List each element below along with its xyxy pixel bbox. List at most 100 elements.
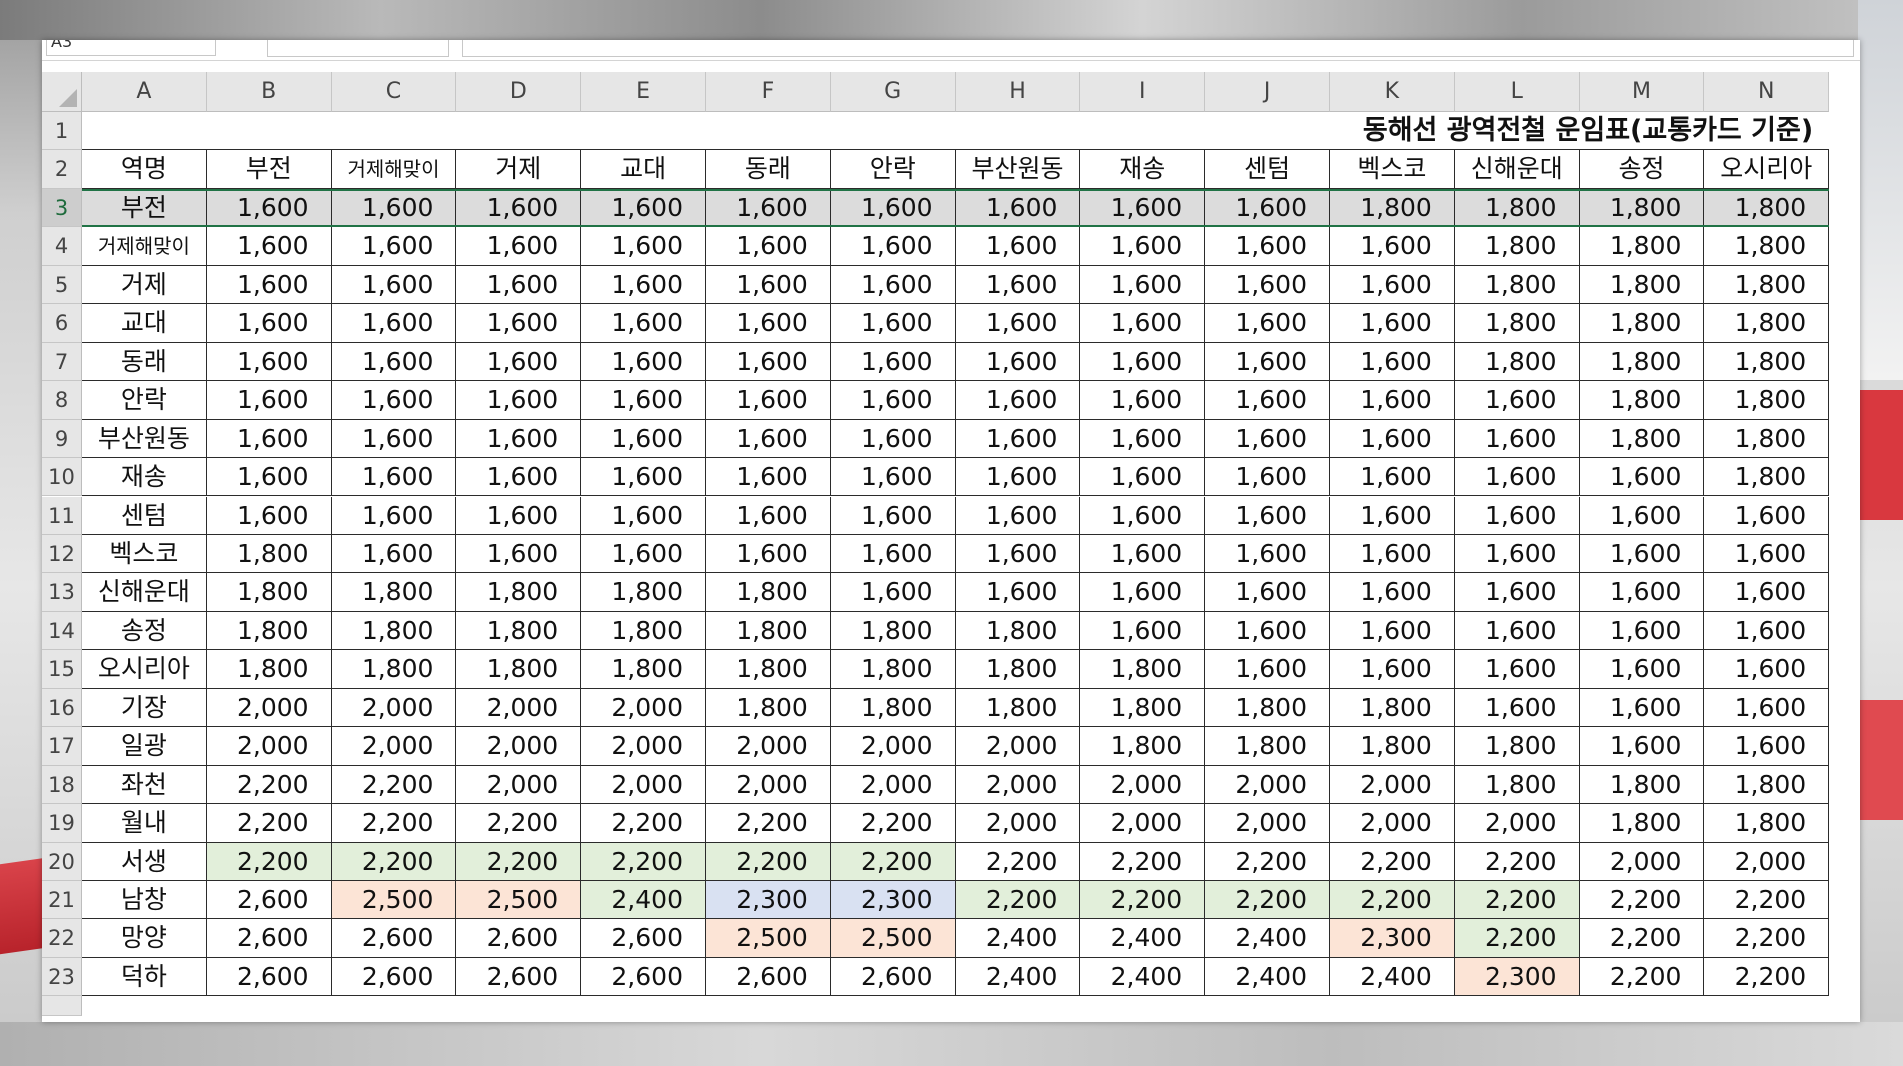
fare-cell[interactable]: 1,600: [706, 496, 831, 535]
fare-cell[interactable]: 1,600: [1704, 727, 1830, 766]
fare-cell[interactable]: 2,200: [830, 842, 956, 881]
fare-cell[interactable]: 2,400: [1330, 957, 1455, 997]
fare-cell[interactable]: 1,600: [206, 188, 332, 228]
header-station[interactable]: 교대: [581, 150, 706, 189]
fare-cell[interactable]: 1,800: [1454, 342, 1580, 382]
row-header[interactable]: 6: [42, 304, 82, 343]
fare-cell[interactable]: 1,600: [955, 381, 1081, 420]
fare-cell[interactable]: 1,800: [1704, 765, 1830, 805]
fare-cell[interactable]: 1,600: [830, 188, 956, 228]
fare-cell[interactable]: 1,600: [1080, 188, 1206, 228]
column-header-h[interactable]: H: [955, 72, 1081, 112]
fare-cell[interactable]: 1,600: [1205, 611, 1330, 651]
fare-cell[interactable]: 1,600: [1579, 611, 1705, 651]
row-header[interactable]: 16: [42, 688, 82, 728]
fare-cell[interactable]: 2,200: [581, 804, 706, 843]
row-header[interactable]: 8: [42, 381, 82, 420]
fare-cell[interactable]: 2,600: [456, 957, 582, 997]
fare-cell[interactable]: 1,600: [1080, 265, 1206, 305]
fare-cell[interactable]: 1,600: [1330, 419, 1455, 459]
station-name[interactable]: 거제: [82, 265, 207, 305]
fare-cell[interactable]: 1,600: [955, 227, 1081, 266]
fare-cell[interactable]: 2,000: [206, 688, 332, 728]
station-name[interactable]: 신해운대: [82, 573, 207, 612]
fare-cell[interactable]: 1,800: [830, 650, 956, 689]
fare-cell[interactable]: 2,000: [830, 765, 956, 805]
fare-cell[interactable]: 2,500: [331, 881, 457, 920]
fare-cell[interactable]: 1,800: [1579, 188, 1705, 228]
fare-cell[interactable]: 1,600: [1579, 688, 1705, 728]
fare-cell[interactable]: 1,800: [706, 573, 831, 612]
fare-cell[interactable]: 1,800: [206, 611, 332, 651]
fare-cell[interactable]: 1,600: [581, 496, 706, 535]
row-header[interactable]: 7: [42, 342, 82, 382]
header-station[interactable]: 동래: [706, 150, 831, 189]
fare-cell[interactable]: 2,000: [456, 688, 582, 728]
fare-cell[interactable]: 1,600: [1080, 227, 1206, 266]
column-header-e[interactable]: E: [581, 72, 706, 112]
fare-cell[interactable]: 2,000: [1330, 765, 1455, 805]
fare-cell[interactable]: 1,800: [706, 611, 831, 651]
fare-cell[interactable]: 1,600: [955, 265, 1081, 305]
fare-cell[interactable]: 1,600: [955, 573, 1081, 612]
fare-cell[interactable]: 1,600: [1205, 458, 1330, 497]
fare-cell[interactable]: 1,600: [706, 381, 831, 420]
fare-cell[interactable]: 1,800: [1454, 265, 1580, 305]
formula-bar-controls[interactable]: [267, 40, 449, 57]
fare-cell[interactable]: 2,000: [456, 727, 582, 766]
fare-cell[interactable]: 1,600: [830, 227, 956, 266]
fare-cell[interactable]: 1,600: [456, 188, 582, 228]
fare-cell[interactable]: 2,500: [830, 919, 956, 958]
fare-cell[interactable]: 1,600: [456, 265, 582, 305]
fare-cell[interactable]: 1,600: [1080, 534, 1206, 574]
row-header[interactable]: 11: [42, 496, 82, 535]
row-header[interactable]: 2: [42, 150, 82, 189]
fare-cell[interactable]: 2,200: [206, 842, 332, 881]
fare-cell[interactable]: 2,000: [1579, 842, 1705, 881]
column-header-n[interactable]: N: [1704, 72, 1830, 112]
fare-cell[interactable]: 1,800: [955, 650, 1081, 689]
fare-cell[interactable]: 1,800: [456, 611, 582, 651]
fare-cell[interactable]: 1,600: [206, 304, 332, 343]
fare-cell[interactable]: 1,800: [1579, 419, 1705, 459]
station-name[interactable]: 월내: [82, 804, 207, 843]
station-name[interactable]: 동래: [82, 342, 207, 382]
station-name[interactable]: 좌천: [82, 765, 207, 805]
fare-cell[interactable]: 1,600: [206, 419, 332, 459]
station-name[interactable]: 기장: [82, 688, 207, 728]
fare-cell[interactable]: 1,600: [1330, 573, 1455, 612]
fare-cell[interactable]: 1,600: [1080, 496, 1206, 535]
fare-cell[interactable]: 1,600: [456, 304, 582, 343]
fare-cell[interactable]: 1,600: [1205, 419, 1330, 459]
fare-cell[interactable]: 1,600: [331, 419, 457, 459]
name-box[interactable]: A3: [46, 40, 216, 56]
station-name[interactable]: 부전: [82, 188, 207, 228]
fare-cell[interactable]: 1,600: [581, 381, 706, 420]
station-name[interactable]: 부산원동: [82, 419, 207, 459]
fare-cell[interactable]: 1,600: [456, 458, 582, 497]
fare-cell[interactable]: 1,600: [830, 573, 956, 612]
fare-cell[interactable]: 1,800: [581, 611, 706, 651]
fare-cell[interactable]: 2,000: [1205, 804, 1330, 843]
fare-cell[interactable]: 1,600: [1330, 227, 1455, 266]
fare-cell[interactable]: 1,800: [706, 650, 831, 689]
fare-cell[interactable]: 1,600: [331, 188, 457, 228]
fare-cell[interactable]: 1,800: [830, 611, 956, 651]
station-name[interactable]: 서생: [82, 842, 207, 881]
station-name[interactable]: 벡스코: [82, 534, 207, 574]
header-station[interactable]: 센텀: [1205, 150, 1330, 189]
fare-cell[interactable]: 1,800: [456, 650, 582, 689]
fare-cell[interactable]: 2,200: [1454, 842, 1580, 881]
fare-cell[interactable]: 1,800: [1330, 727, 1455, 766]
fare-cell[interactable]: 1,600: [581, 342, 706, 382]
fare-cell[interactable]: 1,800: [1205, 688, 1330, 728]
fare-cell[interactable]: 2,200: [331, 765, 457, 805]
fare-cell[interactable]: 2,600: [331, 957, 457, 997]
fare-cell[interactable]: 1,600: [456, 342, 582, 382]
fare-cell[interactable]: 1,600: [1704, 573, 1830, 612]
row-header[interactable]: 12: [42, 534, 82, 574]
fare-cell[interactable]: 2,200: [456, 804, 582, 843]
fare-cell[interactable]: 1,600: [1080, 611, 1206, 651]
fare-cell[interactable]: 1,800: [1579, 304, 1705, 343]
fare-cell[interactable]: 1,600: [1330, 496, 1455, 535]
